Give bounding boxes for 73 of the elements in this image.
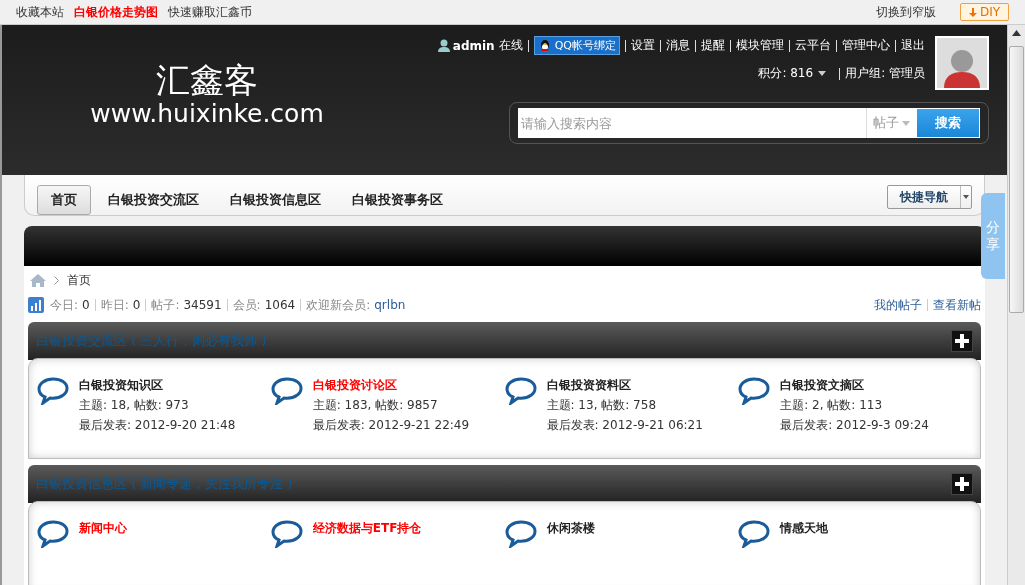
nav-tab[interactable]: 白银投资交流区: [94, 185, 213, 215]
speech-bubble-icon: [738, 520, 771, 548]
forum-name-link[interactable]: 白银投资讨论区: [312, 377, 470, 394]
speech-bubble-icon: [270, 520, 303, 548]
scroll-up-icon[interactable]: [1012, 30, 1021, 36]
speech-bubble-icon: [504, 520, 537, 548]
top-link[interactable]: 收藏本站: [16, 3, 64, 21]
forum-name-link[interactable]: 休闲茶楼: [546, 520, 595, 537]
user-menu-link[interactable]: 退出: [901, 37, 925, 54]
stat-value: 1064: [264, 298, 296, 312]
search-field[interactable]: 请输入搜索内容: [518, 108, 866, 138]
stats-link[interactable]: 查看新帖: [933, 296, 981, 314]
forum-last-post: 最后发表: 2012-9-21 06:21: [546, 417, 703, 434]
forum-counts: 主题: 18, 帖数: 973: [79, 397, 190, 414]
user-avatar[interactable]: [935, 36, 989, 90]
stat-value: 34591: [183, 298, 222, 312]
down-arrow-icon: [968, 7, 977, 17]
nav-tab[interactable]: 白银投资事务区: [338, 185, 457, 215]
forum-name-link[interactable]: 白银投资文摘区: [780, 377, 929, 394]
user-menu-link[interactable]: 消息: [666, 37, 690, 54]
speech-bubble-icon: [270, 377, 303, 405]
forum-name-link[interactable]: 白银投资知识区: [79, 377, 236, 394]
bar-chart-icon: [28, 297, 44, 313]
forum-last-post: 最后发表: 2012-9-21 22:49: [312, 417, 470, 434]
forum-last-post: 最后发表: 2012-9-20 21:48: [79, 417, 236, 434]
online-status: 在线: [498, 37, 523, 54]
top-link[interactable]: 白银价格走势图: [74, 3, 158, 21]
site-url: www.huixinke.com: [90, 99, 324, 129]
forum-name-link[interactable]: 白银投资资料区: [546, 377, 703, 394]
forum-counts: 主题: 183, 帖数: 9857: [312, 397, 439, 414]
new-member-link[interactable]: qrlbn: [374, 298, 406, 312]
stat-value: 0: [82, 298, 90, 312]
expand-button[interactable]: [951, 473, 973, 495]
stat-label: 帖子:: [151, 296, 180, 314]
caret-icon: [963, 195, 969, 199]
site-logo-name: 汇鑫客: [156, 61, 258, 99]
qq-bind-button[interactable]: QQ帐号绑定: [533, 36, 620, 55]
breadcrumb-item[interactable]: 首页: [67, 271, 91, 289]
caret-icon[interactable]: [818, 71, 827, 76]
switch-width-link[interactable]: 切换到窄版: [875, 3, 936, 21]
forum-last-post: 最后发表: 2012-9-3 09:24: [780, 417, 929, 434]
username-link[interactable]: admin: [452, 38, 495, 53]
forum-name-link[interactable]: 新闻中心: [79, 520, 127, 537]
speech-bubble-icon: [37, 520, 69, 548]
quick-nav-button[interactable]: 快捷导航: [887, 185, 972, 209]
forum-counts: 主题: 13, 帖数: 758: [546, 397, 658, 414]
forum-name-link[interactable]: 情感天地: [780, 520, 829, 537]
stats-link[interactable]: 我的帖子: [874, 296, 922, 314]
stat-label: 昨日:: [100, 296, 129, 314]
speech-bubble-icon: [37, 377, 69, 405]
stat-label: 欢迎新会员:: [306, 296, 371, 314]
points-menu[interactable]: 积分: 816: [758, 65, 814, 82]
nav-tab[interactable]: 首页: [37, 185, 91, 215]
forum-counts: 主题: 2, 帖数: 113: [780, 397, 884, 414]
user-menu-link[interactable]: 设置: [631, 37, 655, 54]
user-icon: [437, 39, 450, 52]
stat-label: 会员:: [232, 296, 261, 314]
scrollbar[interactable]: [1007, 25, 1025, 585]
user-group: 用户组: 管理员: [845, 65, 925, 82]
user-menu-link[interactable]: 提醒: [701, 37, 725, 54]
chevron-right-icon: [54, 275, 59, 285]
stat-value: 0: [132, 298, 141, 312]
stat-label: 今日:: [50, 296, 79, 314]
forum-name-link[interactable]: 经济数据与ETF持仓: [312, 520, 422, 537]
caret-icon: [902, 120, 910, 126]
nav-tab[interactable]: 白银投资信息区: [216, 185, 335, 215]
speech-bubble-icon: [504, 377, 537, 405]
user-menu-link[interactable]: 云平台: [795, 37, 831, 54]
user-menu-link[interactable]: 管理中心: [842, 37, 890, 54]
expand-button[interactable]: [951, 330, 973, 352]
speech-bubble-icon: [738, 377, 771, 405]
user-menu-link[interactable]: 模块管理: [736, 37, 784, 54]
top-link[interactable]: 快速赚取汇鑫币: [168, 3, 252, 21]
